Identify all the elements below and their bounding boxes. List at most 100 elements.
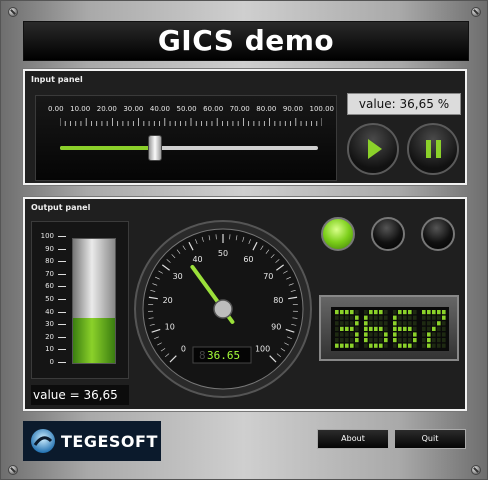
matrix-dot (350, 343, 354, 348)
matrix-dot (393, 338, 397, 343)
matrix-dot (432, 315, 436, 320)
matrix-dot (379, 321, 383, 326)
matrix-dot (437, 310, 441, 315)
matrix-dot (384, 332, 388, 337)
matrix-dot (350, 326, 354, 331)
app-window: GICS demo Input panel 0.00 10.00 20.00 30.0… (0, 0, 488, 480)
matrix-dot (364, 338, 368, 343)
matrix-dot (422, 321, 426, 326)
matrix-dot (384, 315, 388, 320)
output-panel-label: Output panel (31, 203, 91, 212)
matrix-dot (379, 343, 383, 348)
matrix-dot (340, 315, 344, 320)
matrix-dot (393, 332, 397, 337)
matrix-dot (340, 338, 344, 343)
bar-scale-label: 90 (45, 244, 54, 253)
matrix-dot (403, 326, 407, 331)
matrix-dot (408, 315, 412, 320)
matrix-dot (379, 332, 383, 337)
bar-scale-label: 70 (45, 269, 54, 278)
matrix-display (319, 295, 459, 361)
matrix-dot (442, 310, 446, 315)
matrix-dot (355, 332, 359, 337)
matrix-dot (442, 321, 446, 326)
bar-scale-label: 100 (40, 232, 54, 240)
bar-scale-label: 0 (49, 358, 54, 366)
gauge-label: 10 (165, 322, 175, 331)
quit-button[interactable]: Quit (394, 429, 466, 449)
play-button[interactable] (347, 123, 399, 175)
matrix-dot (432, 338, 436, 343)
matrix-dot (345, 315, 349, 320)
matrix-dot (350, 315, 354, 320)
matrix-dot (442, 343, 446, 348)
bar-scale-label: 40 (45, 307, 54, 316)
matrix-dots (331, 307, 449, 351)
matrix-dot (350, 310, 354, 315)
matrix-dot (432, 332, 436, 337)
matrix-dot (437, 343, 441, 348)
matrix-dot (340, 310, 344, 315)
matrix-dot (413, 321, 417, 326)
bar-scale-label: 10 (45, 345, 54, 354)
matrix-dot (398, 310, 402, 315)
matrix-dot (350, 321, 354, 326)
led-indicator-1 (321, 217, 355, 251)
matrix-dot (335, 321, 339, 326)
matrix-dot (432, 310, 436, 315)
led-indicator-3 (421, 217, 455, 251)
bar-scale-label: 50 (45, 295, 54, 303)
gauge-label: 90 (271, 322, 281, 331)
matrix-dot (364, 315, 368, 320)
bar-scale-tick (58, 248, 66, 250)
matrix-dot (413, 338, 417, 343)
matrix-dot (374, 326, 378, 331)
slider-thumb[interactable] (147, 135, 162, 161)
matrix-dot (364, 332, 368, 337)
slider-scale-label: 10.00 (70, 105, 91, 113)
matrix-dot (345, 310, 349, 315)
slider-track[interactable] (60, 146, 318, 150)
matrix-dot (398, 321, 402, 326)
matrix-dot (427, 338, 431, 343)
matrix-dot (413, 332, 417, 337)
matrix-dot (403, 338, 407, 343)
gauge-digital-value: 36.65 (207, 349, 240, 362)
bar-scale-label: 60 (45, 282, 54, 291)
tegesoft-logo: TEGESOFT (23, 421, 161, 461)
pause-button[interactable] (407, 123, 459, 175)
bar-value-display: value = 36,65 (31, 385, 129, 405)
matrix-dot (340, 343, 344, 348)
slider-scale-label: 80.00 (256, 105, 277, 113)
matrix-dot (335, 315, 339, 320)
matrix-dot (403, 332, 407, 337)
pause-icon (426, 140, 431, 158)
matrix-dot (355, 326, 359, 331)
matrix-dot (374, 321, 378, 326)
matrix-dot (369, 343, 373, 348)
slider-scale-label: 90.00 (282, 105, 303, 113)
matrix-dot (369, 338, 373, 343)
matrix-dot (403, 343, 407, 348)
slider-scale-label: 60.00 (203, 105, 224, 113)
matrix-dot (427, 315, 431, 320)
matrix-dot (413, 326, 417, 331)
matrix-dot (374, 338, 378, 343)
matrix-dot (432, 321, 436, 326)
bar-fill (73, 317, 115, 363)
slider-scale: 0.00 10.00 20.00 30.00 40.00 50.00 60.00 70.00 8… (48, 105, 334, 113)
matrix-dot (422, 338, 426, 343)
matrix-dot (345, 326, 349, 331)
matrix-dot (393, 321, 397, 326)
bar-scale-tick (58, 261, 66, 263)
bar-scale-tick (58, 311, 66, 313)
screw-icon (471, 7, 481, 17)
about-button[interactable]: About (317, 429, 389, 449)
bar-scale-tick (58, 324, 66, 326)
slider-scale-label: 100.00 (309, 105, 334, 113)
matrix-dot (398, 332, 402, 337)
matrix-dot (403, 315, 407, 320)
matrix-dot (345, 321, 349, 326)
matrix-dot (350, 338, 354, 343)
matrix-dot (408, 310, 412, 315)
